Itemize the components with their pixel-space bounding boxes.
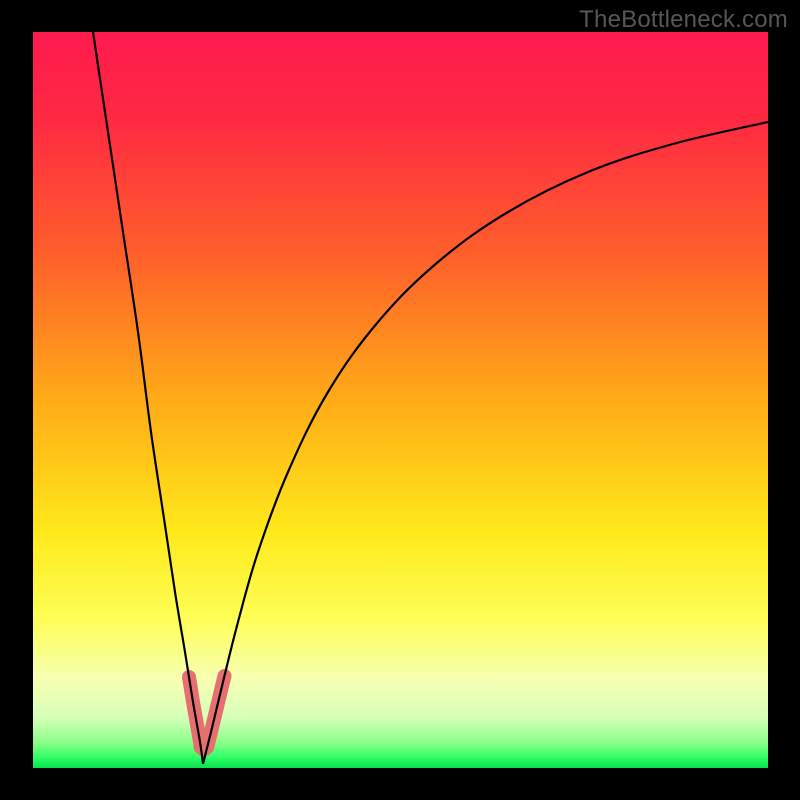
watermark-text: TheBottleneck.com [579,6,788,34]
chart-svg [33,32,768,768]
chart-frame: TheBottleneck.com [0,0,800,800]
chart-plot-area [33,32,768,768]
gradient-background [33,32,768,768]
